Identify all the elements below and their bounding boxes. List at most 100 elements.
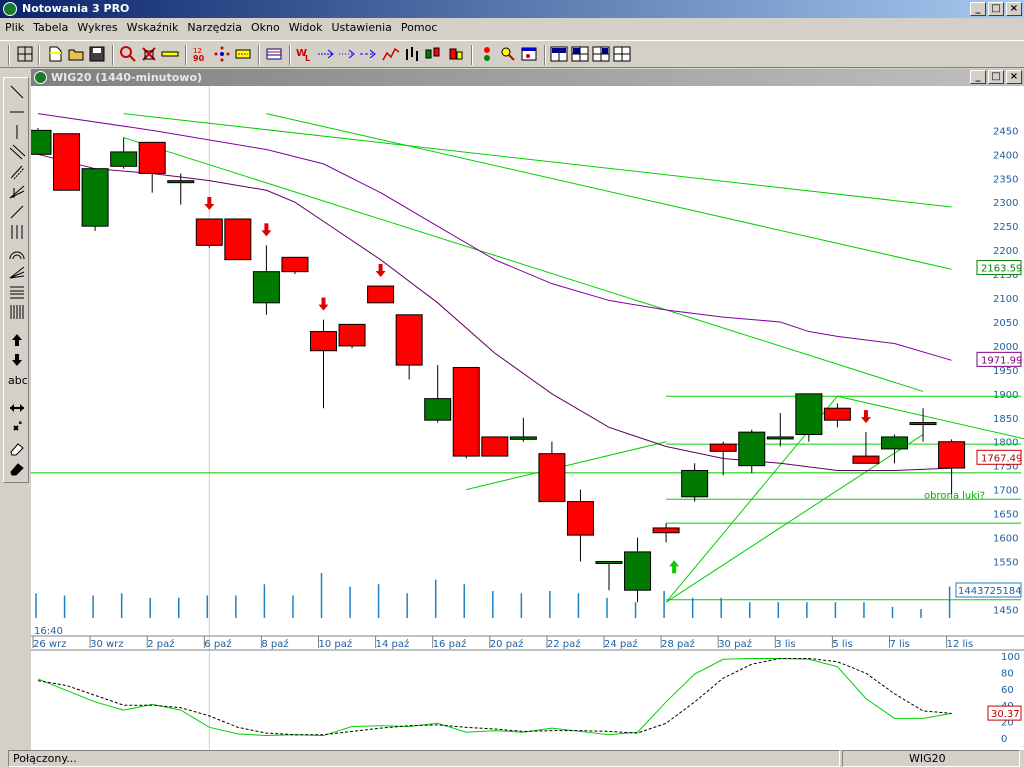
candle-body <box>395 314 423 366</box>
magnify-plus-icon[interactable] <box>499 45 517 63</box>
candle-body <box>167 180 195 184</box>
candle-body <box>709 443 737 452</box>
menu-wykres[interactable]: Wykres <box>72 18 121 34</box>
layout-1-icon[interactable] <box>550 45 568 63</box>
vertical-line-icon[interactable] <box>8 124 26 140</box>
toolbar: 12 90 WL <box>0 40 1024 68</box>
fan-lines-icon[interactable] <box>8 264 26 280</box>
numbers-icon[interactable]: 1290 <box>192 45 210 63</box>
sell-signal-arrow <box>204 196 215 210</box>
line-style-icon[interactable] <box>234 45 252 63</box>
candle-body <box>909 422 937 426</box>
new-file-icon[interactable] <box>46 45 64 63</box>
segment-icon[interactable] <box>8 204 26 220</box>
open-folder-icon[interactable] <box>67 45 85 63</box>
arcs-icon[interactable] <box>8 244 26 260</box>
menu-okno[interactable]: Okno <box>246 18 284 34</box>
menu-pomoc[interactable]: Pomoc <box>396 18 441 34</box>
chart-minimize-button[interactable]: _ <box>970 70 986 84</box>
layout-3-icon[interactable] <box>592 45 610 63</box>
arrow-right-dotted-icon[interactable] <box>338 45 356 63</box>
candle-body <box>938 441 966 469</box>
horizontal-line-icon[interactable] <box>8 104 26 120</box>
eraser-icon[interactable] <box>8 440 26 456</box>
candle-body <box>452 366 480 457</box>
app-icon <box>3 2 17 16</box>
candle-body <box>195 218 223 246</box>
layout-2-icon[interactable] <box>571 45 589 63</box>
chart-maximize-button[interactable]: □ <box>988 70 1004 84</box>
menu-tabela[interactable]: Tabela <box>28 18 72 34</box>
date-label: 16 paź <box>433 638 467 650</box>
y-tick-label: 1550 <box>993 557 1018 568</box>
points-icon[interactable] <box>213 45 231 63</box>
svg-text:L: L <box>305 54 310 63</box>
app-title: Notowania 3 PRO <box>22 2 130 15</box>
buy-arrow-icon[interactable] <box>8 332 26 348</box>
layout-4-icon[interactable] <box>613 45 631 63</box>
channel-icon[interactable] <box>8 164 26 180</box>
candle-alt-icon[interactable] <box>447 45 465 63</box>
bar-chart-icon[interactable] <box>403 45 421 63</box>
resize-icon[interactable] <box>8 400 26 416</box>
window-icon[interactable] <box>520 45 538 63</box>
candle-chart-icon[interactable] <box>424 45 442 63</box>
date-label: 22 paź <box>547 638 581 650</box>
date-label: 30 paź <box>718 638 752 650</box>
menu-narzedzia[interactable]: Narzędzia <box>182 18 246 34</box>
save-icon[interactable] <box>88 45 106 63</box>
trend-line <box>123 137 924 392</box>
trend-line <box>266 113 952 270</box>
maximize-button[interactable]: □ <box>988 2 1004 16</box>
candle-body <box>681 469 709 498</box>
menu-plik[interactable]: Plik <box>0 18 28 34</box>
sell-arrow-icon[interactable] <box>8 352 26 368</box>
minimize-button[interactable]: _ <box>970 2 986 16</box>
date-label: 28 paź <box>661 638 695 650</box>
menu-wskaznik[interactable]: Wskaźnik <box>122 18 183 34</box>
candle-body <box>624 551 652 591</box>
grid-icon[interactable] <box>16 45 34 63</box>
table-icon[interactable] <box>265 45 283 63</box>
menu-ustawienia[interactable]: Ustawienia <box>326 18 395 34</box>
chart-window-titlebar: WIG20 (1440-minutowo) _ □ × <box>31 69 1024 86</box>
cross-icon[interactable] <box>8 420 26 436</box>
ruler-icon[interactable] <box>161 45 179 63</box>
delete-icon[interactable] <box>140 45 158 63</box>
close-button[interactable]: × <box>1006 2 1022 16</box>
fan-icon[interactable] <box>8 184 26 200</box>
traffic-light-icon[interactable] <box>478 45 496 63</box>
y-tick-label: 2050 <box>993 318 1018 329</box>
wl-icon[interactable]: WL <box>296 45 314 63</box>
fibonacci-icon[interactable] <box>8 284 26 300</box>
symbol-status: WIG20 <box>842 750 1020 767</box>
candle-body <box>110 151 138 167</box>
menu-widok[interactable]: Widok <box>284 18 327 34</box>
eraser-all-icon[interactable] <box>8 460 26 476</box>
line-chart-icon[interactable] <box>382 45 400 63</box>
sell-signal-arrow <box>860 410 871 424</box>
chart-area[interactable]: 2450 2400 2350 2300 2250 2200 2150 2100 2050 2000… <box>31 86 1024 750</box>
candle-body <box>424 398 452 421</box>
chart-close-button[interactable]: × <box>1006 70 1022 84</box>
y-tick-label: 2000 <box>993 342 1018 353</box>
y-tick-label: 1900 <box>993 390 1018 401</box>
vertical-lines-icon[interactable] <box>8 224 26 240</box>
parallel-lines-icon[interactable] <box>8 144 26 160</box>
y-tick-label: 2350 <box>993 174 1018 185</box>
y-tick-label: 2200 <box>993 246 1018 257</box>
candle-body <box>310 331 337 352</box>
diagonal-line-icon[interactable] <box>8 84 26 100</box>
candle-body <box>538 453 566 503</box>
price-chart[interactable]: 2450240023502300225022002150210020502000… <box>31 86 1024 750</box>
candle-body <box>795 393 823 436</box>
cycles-icon[interactable] <box>8 304 26 320</box>
arrow-right-icon[interactable] <box>317 45 335 63</box>
candle-body <box>281 256 309 273</box>
text-tool[interactable]: abc <box>8 374 28 390</box>
arrow-right-dashed-icon[interactable] <box>359 45 377 63</box>
candle-body <box>367 285 395 304</box>
y-tick-label: 1450 <box>993 605 1018 616</box>
zoom-icon[interactable] <box>119 45 137 63</box>
candle-body <box>138 141 166 174</box>
